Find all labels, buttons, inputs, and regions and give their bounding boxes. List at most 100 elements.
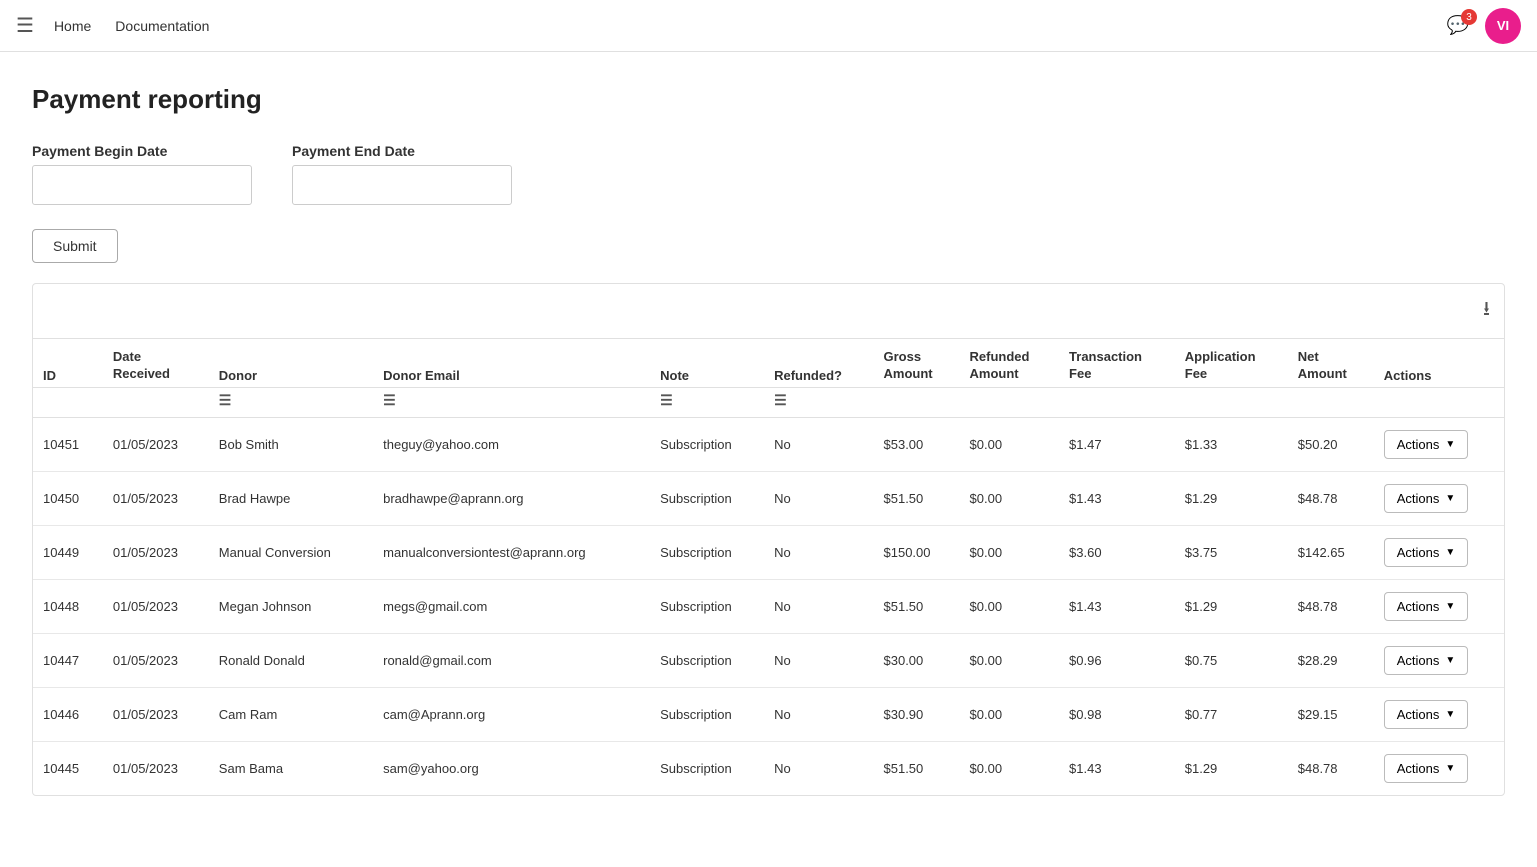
cell-txn-fee: $1.43 [1059, 579, 1175, 633]
cell-net: $28.29 [1288, 633, 1374, 687]
col-id: ID [33, 339, 103, 387]
cell-email: cam@Aprann.org [373, 687, 650, 741]
table-toolbar: ⭳ [33, 284, 1504, 339]
filter-note: ☰ [650, 387, 764, 417]
hamburger-icon[interactable]: ☰ [16, 13, 34, 38]
cell-app-fee: $1.29 [1175, 471, 1288, 525]
cell-app-fee: $1.33 [1175, 417, 1288, 471]
notification-badge: 3 [1461, 9, 1477, 25]
cell-net: $48.78 [1288, 471, 1374, 525]
actions-button[interactable]: Actions ▼ [1384, 646, 1469, 675]
cell-date: 01/05/2023 [103, 525, 209, 579]
cell-id: 10449 [33, 525, 103, 579]
end-date-label: Payment End Date [292, 143, 512, 159]
actions-label: Actions [1397, 653, 1440, 668]
main-content: Payment reporting Payment Begin Date Pay… [0, 52, 1537, 828]
cell-email: manualconversiontest@aprann.org [373, 525, 650, 579]
actions-button[interactable]: Actions ▼ [1384, 754, 1469, 783]
filter-donor-email: ☰ [373, 387, 650, 417]
cell-gross: $30.00 [874, 633, 960, 687]
cell-email: theguy@yahoo.com [373, 417, 650, 471]
cell-id: 10448 [33, 579, 103, 633]
cell-id: 10447 [33, 633, 103, 687]
table-filter-row: ☰ ☰ ☰ ☰ [33, 387, 1504, 417]
filter-email-icon[interactable]: ☰ [383, 392, 396, 409]
cell-txn-fee: $3.60 [1059, 525, 1175, 579]
nav-home[interactable]: Home [54, 18, 91, 34]
cell-refunded-amount: $0.00 [960, 687, 1060, 741]
col-net-amount: NetAmount [1288, 339, 1374, 387]
cell-app-fee: $3.75 [1175, 525, 1288, 579]
actions-label: Actions [1397, 491, 1440, 506]
actions-caret-icon: ▼ [1445, 439, 1455, 450]
cell-date: 01/05/2023 [103, 579, 209, 633]
cell-email: sam@yahoo.org [373, 741, 650, 795]
actions-button[interactable]: Actions ▼ [1384, 592, 1469, 621]
cell-refunded: No [764, 687, 873, 741]
cell-id: 10445 [33, 741, 103, 795]
cell-gross: $53.00 [874, 417, 960, 471]
cell-refunded: No [764, 741, 873, 795]
actions-label: Actions [1397, 545, 1440, 560]
cell-email: megs@gmail.com [373, 579, 650, 633]
cell-gross: $30.90 [874, 687, 960, 741]
submit-button[interactable]: Submit [32, 229, 118, 263]
actions-button[interactable]: Actions ▼ [1384, 484, 1469, 513]
cell-app-fee: $1.29 [1175, 579, 1288, 633]
begin-date-input[interactable] [32, 165, 252, 205]
cell-email: bradhawpe@aprann.org [373, 471, 650, 525]
top-nav: ☰ Home Documentation 💬 3 VI [0, 0, 1537, 52]
actions-label: Actions [1397, 437, 1440, 452]
cell-date: 01/05/2023 [103, 471, 209, 525]
filter-note-icon[interactable]: ☰ [660, 392, 673, 409]
cell-donor: Cam Ram [209, 687, 373, 741]
cell-note: Subscription [650, 741, 764, 795]
avatar[interactable]: VI [1485, 8, 1521, 44]
cell-refunded-amount: $0.00 [960, 471, 1060, 525]
cell-email: ronald@gmail.com [373, 633, 650, 687]
actions-caret-icon: ▼ [1445, 547, 1455, 558]
cell-refunded-amount: $0.00 [960, 633, 1060, 687]
actions-caret-icon: ▼ [1445, 601, 1455, 612]
actions-label: Actions [1397, 707, 1440, 722]
cell-id: 10451 [33, 417, 103, 471]
cell-note: Subscription [650, 633, 764, 687]
nav-docs[interactable]: Documentation [115, 18, 209, 34]
payment-table: ID DateReceived Donor Donor Email Note R… [33, 339, 1504, 795]
cell-actions: Actions ▼ [1374, 525, 1504, 579]
page-title: Payment reporting [32, 84, 1505, 115]
table-row: 10450 01/05/2023 Brad Hawpe bradhawpe@ap… [33, 471, 1504, 525]
table-row: 10446 01/05/2023 Cam Ram cam@Aprann.org … [33, 687, 1504, 741]
cell-net: $48.78 [1288, 741, 1374, 795]
cell-note: Subscription [650, 471, 764, 525]
actions-button[interactable]: Actions ▼ [1384, 700, 1469, 729]
notification-icon[interactable]: 💬 3 [1447, 15, 1469, 36]
cell-note: Subscription [650, 417, 764, 471]
cell-net: $29.15 [1288, 687, 1374, 741]
actions-caret-icon: ▼ [1445, 655, 1455, 666]
table-row: 10449 01/05/2023 Manual Conversion manua… [33, 525, 1504, 579]
cell-date: 01/05/2023 [103, 633, 209, 687]
cell-app-fee: $1.29 [1175, 741, 1288, 795]
col-application-fee: ApplicationFee [1175, 339, 1288, 387]
table-row: 10448 01/05/2023 Megan Johnson megs@gmai… [33, 579, 1504, 633]
cell-net: $50.20 [1288, 417, 1374, 471]
cell-txn-fee: $0.98 [1059, 687, 1175, 741]
filter-donor-icon[interactable]: ☰ [219, 392, 232, 409]
cell-txn-fee: $0.96 [1059, 633, 1175, 687]
table-row: 10447 01/05/2023 Ronald Donald ronald@gm… [33, 633, 1504, 687]
actions-button[interactable]: Actions ▼ [1384, 538, 1469, 567]
cell-txn-fee: $1.47 [1059, 417, 1175, 471]
end-date-input[interactable] [292, 165, 512, 205]
cell-app-fee: $0.77 [1175, 687, 1288, 741]
filter-refunded-icon[interactable]: ☰ [774, 392, 787, 409]
cell-actions: Actions ▼ [1374, 579, 1504, 633]
cell-gross: $51.50 [874, 579, 960, 633]
actions-button[interactable]: Actions ▼ [1384, 430, 1469, 459]
begin-date-label: Payment Begin Date [32, 143, 252, 159]
col-gross-amount: GrossAmount [874, 339, 960, 387]
download-button[interactable]: ⭳ [1483, 294, 1490, 328]
cell-gross: $51.50 [874, 741, 960, 795]
nav-right: 💬 3 VI [1447, 8, 1521, 44]
cell-note: Subscription [650, 579, 764, 633]
